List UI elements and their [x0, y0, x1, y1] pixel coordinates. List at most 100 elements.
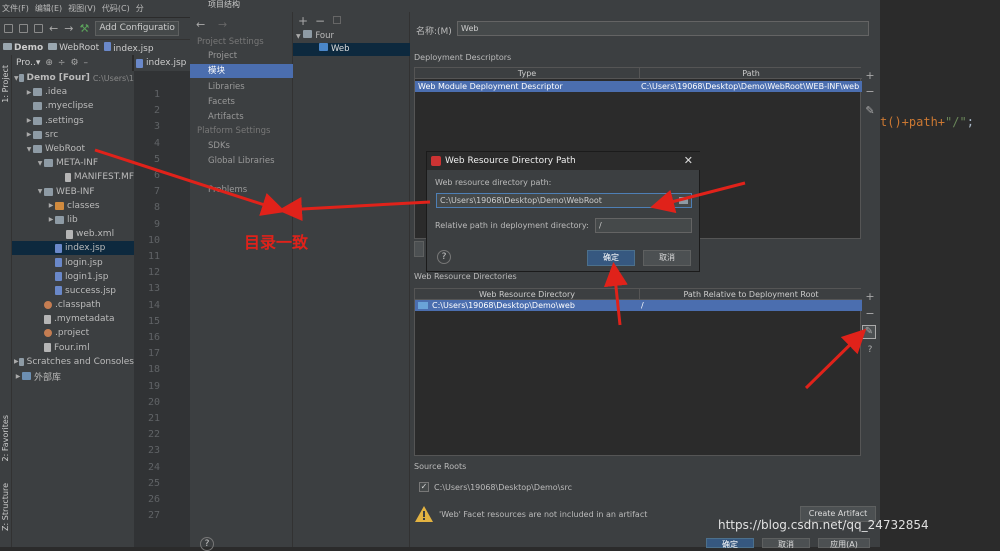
tree-item[interactable]: success.jsp: [12, 284, 134, 298]
module-tree-item-web[interactable]: Web: [293, 43, 410, 56]
tree-item[interactable]: .myeclipse: [12, 99, 134, 113]
tree-item[interactable]: index.jsp: [12, 241, 134, 256]
tree-item[interactable]: MANIFEST.MF: [12, 170, 134, 184]
wrd-column-relative[interactable]: Path Relative to Deployment Root: [639, 289, 862, 300]
wrd-add-icon[interactable]: +: [865, 291, 875, 303]
chevron-right-icon[interactable]: ▶: [25, 89, 33, 96]
dd-row[interactable]: Web Module Deployment Descriptor C:\User…: [415, 81, 862, 92]
tree-item[interactable]: ▼ WEB-INF: [12, 185, 134, 199]
popup-title: Web Resource Directory Path: [445, 156, 576, 166]
nav-item-project[interactable]: Project: [190, 49, 293, 63]
nav-item-facets[interactable]: Facets: [190, 95, 293, 109]
popup-close-icon[interactable]: ✕: [684, 152, 693, 170]
tree-item[interactable]: .project: [12, 326, 134, 340]
save-icon[interactable]: [19, 24, 28, 33]
nav-item-artifacts[interactable]: Artifacts: [190, 110, 293, 124]
nav-item-global-libraries[interactable]: Global Libraries: [190, 154, 293, 168]
hide-icon[interactable]: –: [84, 58, 89, 68]
popup-rel-input[interactable]: /: [595, 218, 692, 233]
tree-item[interactable]: ▶ Scratches and Consoles: [12, 355, 134, 369]
remove-icon[interactable]: −: [315, 14, 325, 28]
chevron-down-icon[interactable]: ▼: [25, 146, 33, 153]
dd-remove-icon[interactable]: −: [865, 86, 875, 98]
back-arrow-icon[interactable]: ←: [49, 22, 58, 35]
wrd-row[interactable]: C:\Users\19068\Desktop\Demo\web /: [415, 300, 862, 311]
dd-add-icon[interactable]: +: [865, 70, 875, 82]
build-hammer-icon[interactable]: ⚒: [79, 22, 89, 35]
tree-item[interactable]: ▶ 外部库: [12, 369, 134, 383]
editor-tab-index-jsp[interactable]: index.jsp: [134, 55, 190, 71]
structure-tool-window-tab[interactable]: Z: Structure: [1, 483, 10, 531]
chevron-right-icon[interactable]: ▶: [47, 202, 55, 209]
breadcrumb-webroot[interactable]: WebRoot: [48, 42, 99, 53]
dd-row-type: Web Module Deployment Descriptor: [418, 82, 563, 91]
chevron-right-icon[interactable]: ▶: [25, 131, 33, 138]
project-view-selector[interactable]: Pro..▾: [16, 58, 40, 68]
tree-item[interactable]: login1.jsp: [12, 270, 134, 284]
locate-icon[interactable]: ⊕: [45, 58, 53, 68]
add-configuration-button[interactable]: Add Configuratio: [95, 21, 179, 36]
facet-name-input[interactable]: Web: [457, 21, 869, 36]
chevron-right-icon[interactable]: ▶: [25, 117, 33, 124]
tree-item[interactable]: ▶ .settings: [12, 114, 134, 128]
tree-item[interactable]: .mymetadata: [12, 312, 134, 326]
nav-item-modules[interactable]: 模块: [190, 64, 293, 78]
nav-item-sdks[interactable]: SDKs: [190, 139, 293, 153]
dd-column-type[interactable]: Type: [415, 68, 639, 79]
favorites-tool-window-tab[interactable]: 2: Favorites: [1, 415, 10, 461]
add-application-server-button[interactable]: [414, 241, 424, 257]
tree-item[interactable]: ▼ META-INF: [12, 156, 134, 170]
tree-item[interactable]: Four.iml: [12, 341, 134, 355]
add-icon[interactable]: +: [298, 14, 308, 28]
popup-cancel-button[interactable]: 取消: [643, 250, 691, 266]
menu-file[interactable]: 文件(F): [2, 3, 29, 14]
tree-item[interactable]: login.jsp: [12, 255, 134, 269]
chevron-down-icon[interactable]: ▼: [36, 188, 44, 195]
menu-code[interactable]: 代码(C): [102, 3, 130, 14]
help-icon[interactable]: ?: [200, 537, 214, 551]
module-tree-item-four[interactable]: ▼ Four: [293, 30, 410, 43]
menu-more[interactable]: 分: [136, 3, 144, 14]
breadcrumb-demo[interactable]: Demo: [3, 42, 43, 53]
source-root-checkbox[interactable]: ✓: [419, 482, 429, 492]
dd-column-path[interactable]: Path: [639, 68, 862, 79]
menu-view[interactable]: 视图(V): [68, 3, 96, 14]
refresh-icon[interactable]: [34, 24, 43, 33]
popup-dir-input[interactable]: C:\Users\19068\Desktop\Demo\WebRoot: [436, 193, 692, 208]
popup-help-icon[interactable]: ?: [437, 250, 451, 264]
nav-item-problems[interactable]: Problems: [190, 183, 293, 197]
wrd-edit-pencil-icon[interactable]: ✎: [862, 325, 876, 339]
forward-arrow-icon[interactable]: →: [64, 22, 73, 35]
chevron-down-icon[interactable]: ▼: [36, 160, 44, 167]
tree-item[interactable]: ▶ lib: [12, 213, 134, 227]
wrd-remove-icon[interactable]: −: [865, 308, 875, 320]
tree-item[interactable]: .classpath: [12, 298, 134, 312]
wrd-help-icon[interactable]: ?: [865, 344, 875, 356]
popup-ok-button[interactable]: 确定: [587, 250, 635, 266]
tree-item[interactable]: ▼ Demo [Four] C:\Users\1: [12, 71, 134, 85]
tree-item[interactable]: ▶ classes: [12, 199, 134, 213]
nav-item-libraries[interactable]: Libraries: [190, 80, 293, 94]
collapse-icon[interactable]: ÷: [58, 58, 66, 68]
chevron-down-icon[interactable]: ▼: [14, 75, 19, 82]
tree-item[interactable]: ▶ .idea: [12, 85, 134, 99]
tree-item[interactable]: ▶ src: [12, 128, 134, 142]
browse-folder-icon[interactable]: [679, 197, 688, 204]
chevron-right-icon[interactable]: ▶: [14, 358, 19, 365]
wrd-row-directory: C:\Users\19068\Desktop\Demo\web: [432, 301, 575, 310]
chevron-right-icon[interactable]: ▶: [14, 373, 22, 380]
tree-item[interactable]: web.xml: [12, 227, 134, 241]
chevron-right-icon[interactable]: ▶: [47, 216, 55, 223]
tree-item[interactable]: ▼ WebRoot: [12, 142, 134, 156]
menu-edit[interactable]: 编辑(E): [35, 3, 62, 14]
dd-edit-pencil-icon[interactable]: ✎: [865, 105, 875, 117]
nav-forward-arrow-icon[interactable]: →: [218, 18, 227, 31]
tree-item-path: C:\Users\1: [92, 73, 134, 83]
wrd-column-directory[interactable]: Web Resource Directory: [415, 289, 639, 300]
settings-gear-icon[interactable]: ⚙: [70, 58, 78, 68]
open-folder-icon[interactable]: [4, 24, 13, 33]
copy-icon[interactable]: [333, 16, 341, 24]
nav-back-arrow-icon[interactable]: ←: [196, 18, 205, 31]
breadcrumb-index-jsp[interactable]: index.jsp: [104, 41, 154, 54]
project-tool-window-tab[interactable]: 1: Project: [1, 65, 10, 103]
